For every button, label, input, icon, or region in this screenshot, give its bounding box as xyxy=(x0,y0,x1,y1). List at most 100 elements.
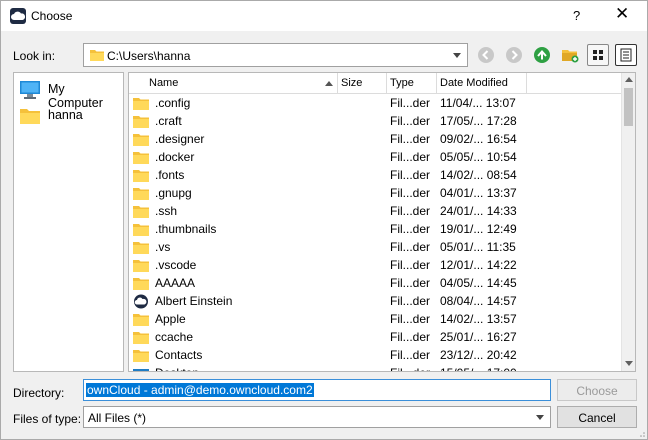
file-list[interactable]: Name Size Type Date Modified .config Fil.… xyxy=(128,72,636,372)
file-row[interactable]: .designer Fil...der 09/02/... 16:54 xyxy=(129,130,622,148)
file-date-modified: 08/04/... 14:57 xyxy=(440,294,517,308)
file-date-modified: 19/01/... 12:49 xyxy=(440,222,517,236)
look-in-combo[interactable]: C:\Users\hanna xyxy=(83,43,468,67)
file-type: Fil...der xyxy=(390,132,431,146)
computer-icon xyxy=(20,81,40,99)
file-row[interactable]: Apple Fil...der 14/02/... 13:57 xyxy=(129,310,622,328)
directory-input[interactable]: ownCloud - admin@demo.owncloud.com2 xyxy=(83,379,551,401)
file-type: Fil...der xyxy=(390,186,431,200)
files-of-type-combo[interactable]: All Files (*) xyxy=(83,406,551,428)
folder-icon xyxy=(20,109,40,124)
column-header-label: Type xyxy=(390,77,414,89)
file-type: Fil...der xyxy=(390,222,431,236)
sidebar-item-my-computer[interactable]: My Computer xyxy=(19,78,123,110)
file-row[interactable]: .docker Fil...der 05/05/... 10:54 xyxy=(129,148,622,166)
back-button[interactable] xyxy=(475,44,497,66)
owncloud-app-icon xyxy=(10,8,26,24)
file-date-modified: 25/01/... 16:27 xyxy=(440,330,517,344)
file-name: .vs xyxy=(155,240,171,254)
file-row[interactable]: Desktop Fil...der 15/05/... 17:00 xyxy=(129,364,622,371)
column-header-label: Name xyxy=(149,77,179,89)
parent-directory-icon xyxy=(534,47,550,63)
column-header-size[interactable]: Size xyxy=(338,73,387,94)
parent-directory-button[interactable] xyxy=(531,44,553,66)
detail-view-button[interactable] xyxy=(615,44,637,66)
file-name: .ssh xyxy=(155,204,178,218)
chevron-down-icon[interactable] xyxy=(536,415,544,420)
resize-grip-icon[interactable] xyxy=(637,429,645,437)
forward-arrow-icon xyxy=(506,47,522,63)
column-header-name[interactable]: Name xyxy=(129,73,338,94)
file-type: Fil...der xyxy=(390,366,430,371)
file-row[interactable]: .thumbnails Fil...der 19/01/... 12:49 xyxy=(129,220,622,238)
file-row[interactable]: Contacts Fil...der 23/12/... 20:42 xyxy=(129,346,622,364)
list-view-button[interactable] xyxy=(587,44,609,66)
file-date-modified: 04/05/... 14:45 xyxy=(440,276,517,290)
help-button[interactable]: ? xyxy=(573,8,580,23)
forward-button[interactable] xyxy=(503,44,525,66)
scroll-up-icon[interactable] xyxy=(625,77,633,82)
close-icon[interactable]: ✕ xyxy=(615,4,629,24)
file-date-modified: 11/04/... 13:07 xyxy=(440,96,516,110)
file-row[interactable]: AAAAA Fil...der 04/05/... 14:45 xyxy=(129,274,622,292)
scroll-down-icon[interactable] xyxy=(625,361,633,366)
file-date-modified: 05/01/... 11:35 xyxy=(440,240,516,254)
file-list-body: .config Fil...der 11/04/... 13:07 .craft Fil… xyxy=(129,94,622,371)
file-row[interactable]: .ssh Fil...der 24/01/... 14:33 xyxy=(129,202,622,220)
file-name: .fonts xyxy=(155,168,185,182)
file-type: Fil...der xyxy=(390,276,431,290)
file-name: .craft xyxy=(155,114,182,128)
file-name: Desktop xyxy=(155,366,199,371)
file-row[interactable]: .fonts Fil...der 14/02/... 08:54 xyxy=(129,166,622,184)
file-row[interactable]: .vscode Fil...der 12/01/... 14:22 xyxy=(129,256,622,274)
sidebar-item-label: hanna xyxy=(48,108,83,122)
file-name: AAAAA xyxy=(155,276,196,290)
file-type: Fil...der xyxy=(390,348,431,362)
file-row[interactable]: .config Fil...der 11/04/... 13:07 xyxy=(129,94,622,112)
column-header-label: Date Modified xyxy=(440,77,508,89)
file-row[interactable]: Albert Einstein Fil...der 08/04/... 14:57 xyxy=(129,292,622,310)
file-row[interactable]: .vs Fil...der 05/01/... 11:35 xyxy=(129,238,622,256)
detail-view-icon xyxy=(620,48,632,62)
file-list-header: Name Size Type Date Modified xyxy=(129,73,622,94)
back-arrow-icon xyxy=(478,47,494,63)
directory-value: ownCloud - admin@demo.owncloud.com2 xyxy=(86,383,314,397)
file-row[interactable]: .craft Fil...der 17/05/... 17:28 xyxy=(129,112,622,130)
choose-dialog: Choose ? ✕ Look in: C:\Users\hanna My Co… xyxy=(0,0,648,440)
title-bar: Choose ? ✕ xyxy=(1,1,647,31)
chevron-down-icon[interactable] xyxy=(453,53,461,58)
file-date-modified: 04/01/... 13:37 xyxy=(440,186,517,200)
file-type: Fil...der xyxy=(390,168,431,182)
column-header-date[interactable]: Date Modified xyxy=(437,73,527,94)
file-name: .docker xyxy=(155,150,195,164)
file-type: Fil...der xyxy=(390,204,431,218)
file-date-modified: 17/05/... 17:28 xyxy=(440,114,517,128)
file-date-modified: 15/05/... 17:00 xyxy=(440,366,517,371)
file-name: .thumbnails xyxy=(155,222,217,236)
new-folder-icon xyxy=(562,50,579,63)
file-date-modified: 24/01/... 14:33 xyxy=(440,204,517,218)
file-name: .vscode xyxy=(155,258,197,272)
vertical-scrollbar[interactable] xyxy=(621,73,635,371)
choose-button[interactable]: Choose xyxy=(557,379,637,401)
look-in-path: C:\Users\hanna xyxy=(107,49,191,63)
file-row[interactable]: .gnupg Fil...der 04/01/... 13:37 xyxy=(129,184,622,202)
cancel-button[interactable]: Cancel xyxy=(557,406,637,428)
window-title: Choose xyxy=(31,9,73,23)
column-header-label: Size xyxy=(341,77,363,89)
scrollbar-thumb[interactable] xyxy=(624,88,633,126)
file-type: Fil...der xyxy=(390,312,431,326)
column-header-type[interactable]: Type xyxy=(387,73,437,94)
list-view-icon xyxy=(593,50,603,60)
new-folder-button[interactable] xyxy=(559,44,581,66)
directory-label: Directory: xyxy=(13,386,65,400)
file-type: Fil...der xyxy=(390,114,431,128)
file-name: .config xyxy=(155,96,191,110)
file-row[interactable]: ccache Fil...der 25/01/... 16:27 xyxy=(129,328,622,346)
file-name: .gnupg xyxy=(155,186,192,200)
file-type: Fil...der xyxy=(390,150,431,164)
folder-icon xyxy=(89,48,105,65)
file-type: Fil...der xyxy=(390,294,431,308)
sidebar-item-hanna[interactable]: hanna xyxy=(19,104,123,126)
files-of-type-label: Files of type: xyxy=(13,412,82,426)
